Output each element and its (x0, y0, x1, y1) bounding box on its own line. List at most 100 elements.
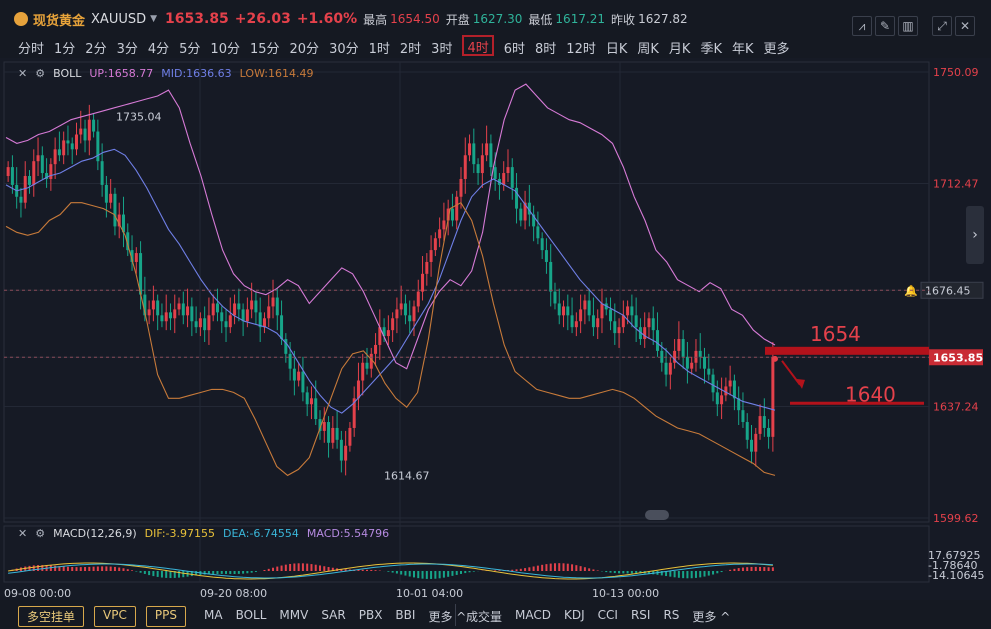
high-annotation: 1735.04 (116, 111, 162, 124)
candle-body (250, 300, 254, 310)
macd-name: MACD(12,26,9) (53, 527, 137, 540)
indicator-icon[interactable]: ⩘ (852, 16, 872, 36)
tab-period-20[interactable]: 季K (700, 38, 722, 57)
candle-body (651, 318, 655, 331)
chevron-right-icon[interactable]: › (966, 206, 984, 264)
expand-icon[interactable]: ⤢ (932, 16, 952, 36)
tab-period-17[interactable]: 日K (606, 38, 628, 57)
candle-body (544, 250, 548, 262)
candle-body (173, 309, 177, 319)
close-macd-icon[interactable]: ✕ (18, 527, 27, 540)
candle-body (181, 303, 185, 316)
candle-body (151, 300, 155, 310)
candle-body (399, 303, 403, 310)
candle-body (549, 261, 553, 292)
period-tabs: 分时 1分 2分 3分 4分 5分 10分 15分 20分 30分 1时 2时 3时 4时 6时 8时 12时日… (18, 35, 800, 57)
tab-period-3[interactable]: 3分 (117, 38, 138, 57)
tab-period-5[interactable]: 5分 (179, 38, 200, 57)
sub-indicator-4[interactable]: RSI (631, 608, 651, 625)
vpc-button[interactable]: VPC (94, 606, 136, 627)
draw-pen-icon[interactable]: ✎ (875, 16, 895, 36)
tab-period-14[interactable]: 6时 (504, 38, 525, 57)
candle-body (574, 321, 578, 328)
candle-body (566, 306, 570, 316)
tab-period-0[interactable]: 分时 (18, 38, 44, 57)
tab-period-1[interactable]: 1分 (54, 38, 75, 57)
sub-indicator-0[interactable]: 成交量 (466, 608, 502, 625)
bottom-buttons: 多空挂单 VPC PPS (18, 606, 196, 627)
instrument-name: 现货黄金 (33, 13, 86, 29)
main-indicator-4[interactable]: PBX (359, 608, 383, 625)
candle-body (177, 303, 181, 310)
tab-period-18[interactable]: 周K (637, 38, 659, 57)
settings-icon[interactable]: ⚙ (35, 67, 45, 80)
close-icon[interactable]: ✕ (955, 16, 975, 36)
x-tick-label: 09-08 00:00 (4, 587, 71, 600)
tab-period-7[interactable]: 15分 (250, 38, 280, 57)
sub-indicator-1[interactable]: MACD (515, 608, 551, 625)
long-short-orders-button[interactable]: 多空挂单 (18, 606, 85, 627)
candle-body (245, 309, 249, 322)
tab-period-10[interactable]: 1时 (369, 38, 390, 57)
sub-indicator-6[interactable]: 更多 ^ (692, 608, 730, 625)
candle-body (92, 119, 96, 132)
close-indicator-icon[interactable]: ✕ (18, 67, 27, 80)
candle-body (327, 422, 331, 443)
main-indicator-6[interactable]: 更多 ^ (428, 608, 466, 625)
sub-indicator-2[interactable]: KDJ (564, 608, 585, 625)
candle-body (600, 303, 604, 319)
main-indicator-0[interactable]: MA (204, 608, 223, 625)
tab-period-9[interactable]: 30分 (329, 38, 359, 57)
sub-indicator-5[interactable]: RS (663, 608, 679, 625)
candle-body (335, 427, 339, 440)
tab-period-15[interactable]: 8时 (535, 38, 556, 57)
symbol-selector[interactable]: XAUUSD (91, 12, 146, 27)
candle-body (754, 433, 758, 452)
candle-body (57, 149, 61, 156)
tab-period-16[interactable]: 12时 (566, 38, 596, 57)
tab-period-6[interactable]: 10分 (210, 38, 240, 57)
main-indicator-5[interactable]: BBI (395, 608, 415, 625)
tab-period-12[interactable]: 3时 (431, 38, 452, 57)
candle-type-icon[interactable]: ▥ (898, 16, 918, 36)
tab-period-4[interactable]: 4分 (148, 38, 169, 57)
candle-body (36, 155, 40, 162)
candle-body (356, 380, 360, 399)
tab-period-2[interactable]: 2分 (85, 38, 106, 57)
prev-close-value: 1627.82 (638, 12, 688, 26)
candle-body (87, 119, 91, 141)
tab-period-13[interactable]: 4时 (462, 35, 494, 56)
chevron-down-icon[interactable]: ▼ (150, 14, 157, 24)
tab-period-8[interactable]: 20分 (290, 38, 320, 57)
main-indicator-3[interactable]: SAR (321, 608, 345, 625)
candle-body (724, 386, 728, 396)
chart-canvas[interactable]: 1750.091712.471676.45🔔1653.851637.241599… (0, 58, 991, 629)
candle-body (113, 193, 117, 227)
candle-body (609, 309, 613, 322)
candle-body (553, 291, 557, 304)
boll-name: BOLL (53, 67, 82, 80)
candle-body (647, 318, 651, 328)
quote-header: 现货黄金 XAUUSD ▼ 1653.85 +26.03 +1.60% 最高 1… (14, 8, 694, 30)
candle-body (237, 303, 241, 310)
candle-body (425, 261, 429, 274)
target-1654-label: 1654 (810, 322, 861, 346)
macd-settings-icon[interactable]: ⚙ (35, 527, 45, 540)
candle-body (562, 306, 566, 316)
tab-period-19[interactable]: 月K (669, 38, 691, 57)
candle-body (617, 327, 621, 334)
main-indicator-1[interactable]: BOLL (236, 608, 267, 625)
sub-indicator-3[interactable]: CCI (598, 608, 618, 625)
macd-legend: ✕ ⚙ MACD(12,26,9) DIF:-3.97155 DEA:-6.74… (18, 527, 389, 540)
pps-button[interactable]: PPS (145, 606, 186, 627)
tab-period-21[interactable]: 年K (732, 38, 754, 57)
candle-body (271, 297, 275, 307)
candle-body (254, 300, 258, 313)
candle-body (361, 362, 365, 381)
main-indicator-2[interactable]: MMV (279, 608, 308, 625)
tab-period-22[interactable]: 更多 (764, 38, 790, 57)
tab-period-11[interactable]: 2时 (400, 38, 421, 57)
candle-body (297, 371, 301, 381)
candle-body (459, 178, 463, 197)
y-tick-label: 1637.24 (933, 400, 979, 413)
